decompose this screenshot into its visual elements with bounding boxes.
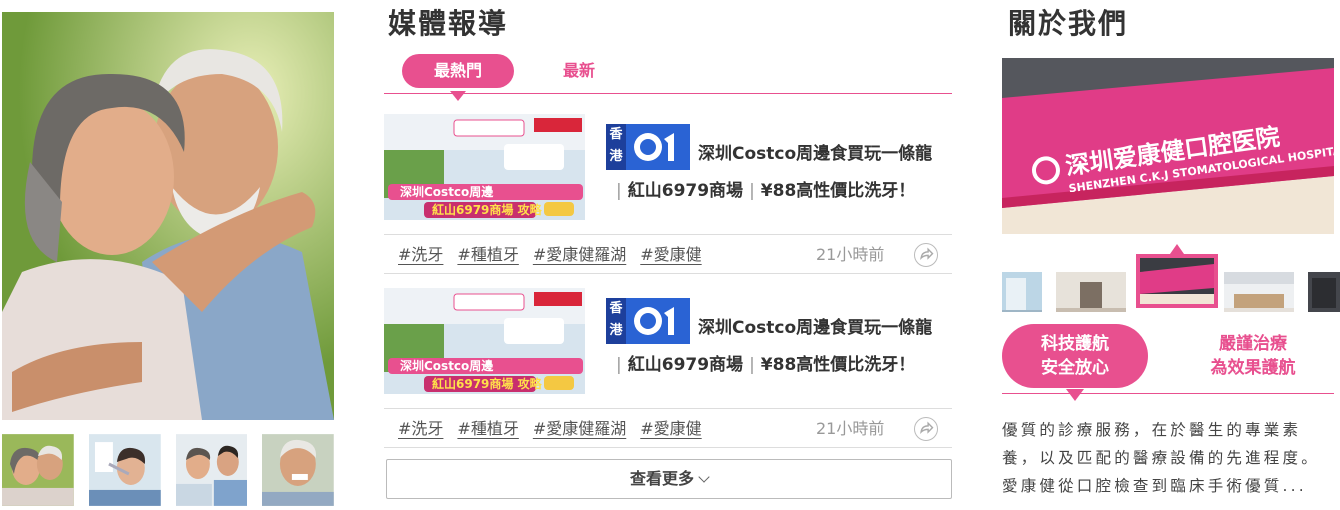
tag-link[interactable]: #種植牙	[457, 419, 518, 438]
article-meta: #洗牙 #種植牙 #愛康健羅湖 #愛康健 21小時前	[384, 408, 952, 448]
article-thumbnail[interactable]: 深圳Costco周邊 紅山6979商場 攻略	[384, 288, 585, 394]
thumbnail-couple[interactable]	[2, 434, 74, 506]
article-time: 21小時前	[816, 419, 885, 438]
tag-link[interactable]: #種植牙	[457, 245, 518, 264]
banner-line-1: 深圳Costco周邊	[400, 184, 493, 199]
tab-hot[interactable]: 最熱門	[402, 54, 514, 101]
about-title-text: 關於我們	[1008, 7, 1129, 40]
hk01-logo: 香港	[606, 124, 690, 170]
hospital-thumbnail[interactable]	[1002, 272, 1042, 312]
hospital-thumbnail[interactable]	[1308, 272, 1340, 312]
tag-link[interactable]: #洗牙	[398, 245, 443, 264]
about-section: 關於我們 深圳爱康健口腔医院 SHENZHEN C.K.J STOMATOLOG…	[1002, 0, 1340, 510]
article-tags: #洗牙 #種植牙 #愛康健羅湖 #愛康健	[398, 235, 734, 275]
banner-line-2: 紅山6979商場 攻略	[432, 202, 543, 217]
hk01-logo-hk: 香港	[606, 298, 626, 344]
hk01-logo-hk: 香港	[606, 124, 626, 170]
hospital-thumbnail-selected[interactable]	[1136, 254, 1218, 308]
share-icon[interactable]	[914, 243, 938, 267]
hk01-logo-mark	[626, 298, 690, 344]
banner-line-1: 深圳Costco周邊	[400, 358, 493, 373]
hk01-logo-mark	[626, 124, 690, 170]
article-card: 深圳Costco周邊 紅山6979商場 攻略 香港 深圳Costco周邊食買玩一…	[384, 288, 952, 458]
tab-rigorous-treatment[interactable]: 嚴謹治療 為效果護航	[1180, 324, 1326, 388]
article-thumbnail[interactable]: 深圳Costco周邊 紅山6979商場 攻略	[384, 114, 585, 220]
tag-link[interactable]: #愛康健	[640, 245, 701, 264]
tag-link[interactable]: #愛康健羅湖	[533, 419, 626, 438]
article-time: 21小時前	[816, 245, 885, 264]
hospital-thumbnails	[1002, 244, 1340, 312]
pill-line-2: 為效果護航	[1210, 358, 1296, 378]
article-subtitle: | 紅山6979商場 | ¥88高性價比洗牙！	[616, 181, 916, 201]
photo-thumbnails	[2, 434, 334, 506]
pill-line-2: 安全放心	[1041, 358, 1109, 378]
media-section-title: 媒體報導	[386, 7, 513, 40]
share-icon[interactable]	[914, 417, 938, 441]
thumbnail-dental-patient[interactable]	[88, 434, 161, 506]
tag-link[interactable]: #愛康健羅湖	[533, 245, 626, 264]
feature-tabs: 科技護航 安全放心 嚴謹治療 為效果護航	[1002, 324, 1334, 401]
article-tags: #洗牙 #種植牙 #愛康健羅湖 #愛康健	[398, 409, 734, 449]
pill-line-1: 嚴謹治療	[1219, 334, 1287, 354]
article-subtitle: | 紅山6979商場 | ¥88高性價比洗牙！	[616, 355, 916, 375]
hospital-thumbnail[interactable]	[1224, 272, 1294, 312]
article-subtitle-a: 紅山6979商場	[627, 181, 744, 201]
hero-photo	[2, 12, 334, 420]
hospital-thumbnail[interactable]	[1056, 272, 1126, 312]
view-more-button[interactable]: 查看更多	[386, 459, 952, 499]
pill-line-1: 科技護航	[1041, 334, 1109, 354]
article-title[interactable]: 深圳Costco周邊食買玩一條龍	[698, 313, 932, 338]
article-subtitle-a: 紅山6979商場	[627, 355, 744, 375]
media-title-text: 媒體報導	[388, 7, 509, 40]
article-meta: #洗牙 #種植牙 #愛康健羅湖 #愛康健 21小時前	[384, 234, 952, 274]
article-title[interactable]: 深圳Costco周邊食買玩一條龍	[698, 139, 932, 164]
thumbnail-consultation[interactable]	[175, 434, 248, 506]
article-subtitle-b: ¥88高性價比洗牙！	[760, 181, 916, 201]
media-tabs: 最熱門 最新	[384, 54, 952, 101]
chevron-down-icon	[698, 471, 710, 483]
hk01-logo-icon	[634, 133, 674, 161]
hk01-logo-icon	[634, 307, 674, 335]
banner-line-2: 紅山6979商場 攻略	[432, 376, 543, 391]
view-more-label: 查看更多	[629, 469, 694, 488]
article-card: 深圳Costco周邊 紅山6979商場 攻略 香港 深圳Costco周邊食買玩一…	[384, 114, 952, 284]
about-section-title: 關於我們	[1006, 7, 1133, 40]
hospital-photo: 深圳爱康健口腔医院 SHENZHEN C.K.J STOMATOLOGICAL …	[1002, 58, 1334, 234]
tag-link[interactable]: #洗牙	[398, 419, 443, 438]
hk01-logo: 香港	[606, 298, 690, 344]
media-section: 媒體報導 最熱門 最新 深圳Costco周邊 紅山6979商場 攻略 香港 深圳…	[384, 0, 954, 510]
about-description: 優質的診療服務，在於醫生的專業素養，以及匹配的醫療設備的先進程度。愛康健從口腔檢…	[1002, 421, 1320, 495]
article-subtitle-b: ¥88高性價比洗牙！	[760, 355, 916, 375]
tag-link[interactable]: #愛康健	[640, 419, 701, 438]
tab-technology-safety[interactable]: 科技護航 安全放心	[1002, 324, 1148, 401]
selected-indicator	[1170, 244, 1184, 254]
tab-latest[interactable]: 最新	[544, 54, 614, 88]
thumbnail-elder-man[interactable]	[262, 434, 334, 506]
